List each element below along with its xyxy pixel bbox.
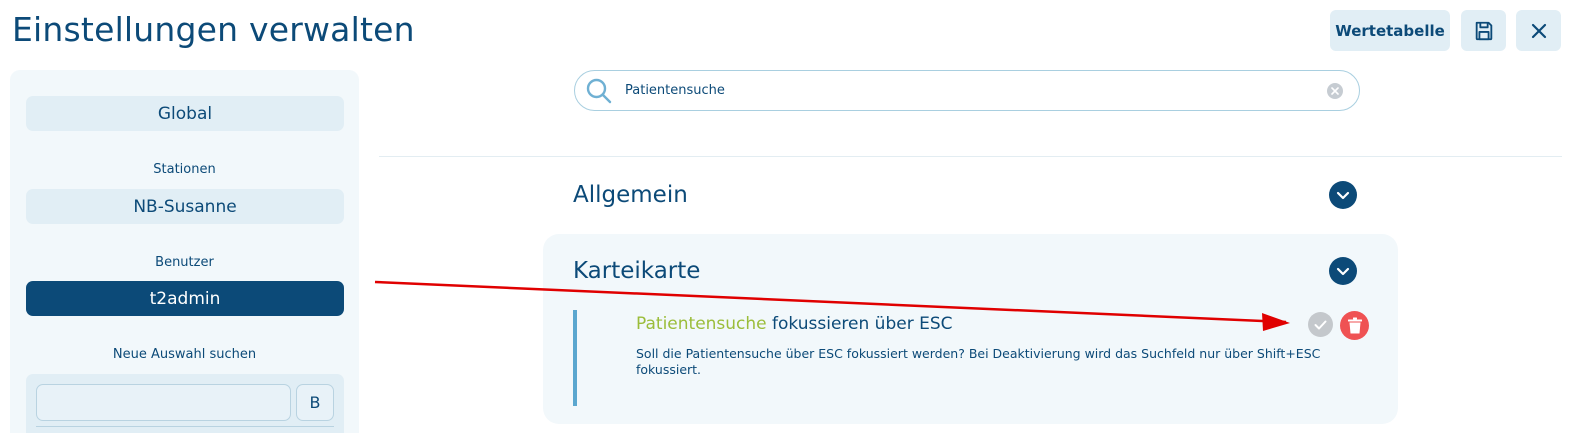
setting-title-highlight: Patientensuche xyxy=(636,314,767,334)
settings-search-input[interactable]: Patientensuche xyxy=(625,83,725,98)
input-underline xyxy=(36,426,334,427)
sidebar: Global Stationen NB-Susanne Benutzer t2a… xyxy=(10,70,359,433)
benutzer-heading: Benutzer xyxy=(155,255,214,270)
close-button[interactable] xyxy=(1516,10,1561,51)
page-title: Einstellungen verwalten xyxy=(12,10,415,49)
neue-auswahl-box: B xyxy=(26,374,344,433)
clear-search-icon[interactable] xyxy=(1327,83,1343,99)
delete-button[interactable] xyxy=(1340,311,1369,340)
setting-title: Patientensuche fokussieren über ESC xyxy=(636,314,953,334)
wertetabelle-button[interactable]: Wertetabelle xyxy=(1330,10,1450,51)
b-button[interactable]: B xyxy=(296,384,334,421)
neue-auswahl-input[interactable] xyxy=(36,384,291,421)
trash-icon xyxy=(1347,317,1362,334)
chevron-down-icon[interactable] xyxy=(1329,257,1357,285)
section-karteikarte-title[interactable]: Karteikarte xyxy=(573,258,700,284)
setting-accent-bar xyxy=(573,310,577,406)
save-button[interactable] xyxy=(1461,10,1506,51)
global-button[interactable]: Global xyxy=(26,96,344,131)
chevron-down-icon[interactable] xyxy=(1329,181,1357,209)
x-icon xyxy=(1531,23,1546,38)
benutzer-button[interactable]: t2admin xyxy=(26,281,344,316)
stationen-heading: Stationen xyxy=(153,162,216,177)
neue-auswahl-heading: Neue Auswahl suchen xyxy=(112,347,257,362)
divider xyxy=(379,156,1562,157)
checkmark-icon xyxy=(1314,320,1327,329)
floppy-disk-icon xyxy=(1475,21,1492,40)
station-button[interactable]: NB-Susanne xyxy=(26,189,344,224)
section-allgemein-title[interactable]: Allgemein xyxy=(573,182,688,208)
magnifier-icon xyxy=(586,78,612,104)
apply-check-button[interactable] xyxy=(1308,312,1333,337)
settings-search-field[interactable]: Patientensuche xyxy=(574,70,1360,111)
setting-title-rest: fokussieren über ESC xyxy=(766,314,953,334)
setting-description: Soll die Patientensuche über ESC fokussi… xyxy=(636,346,1321,377)
